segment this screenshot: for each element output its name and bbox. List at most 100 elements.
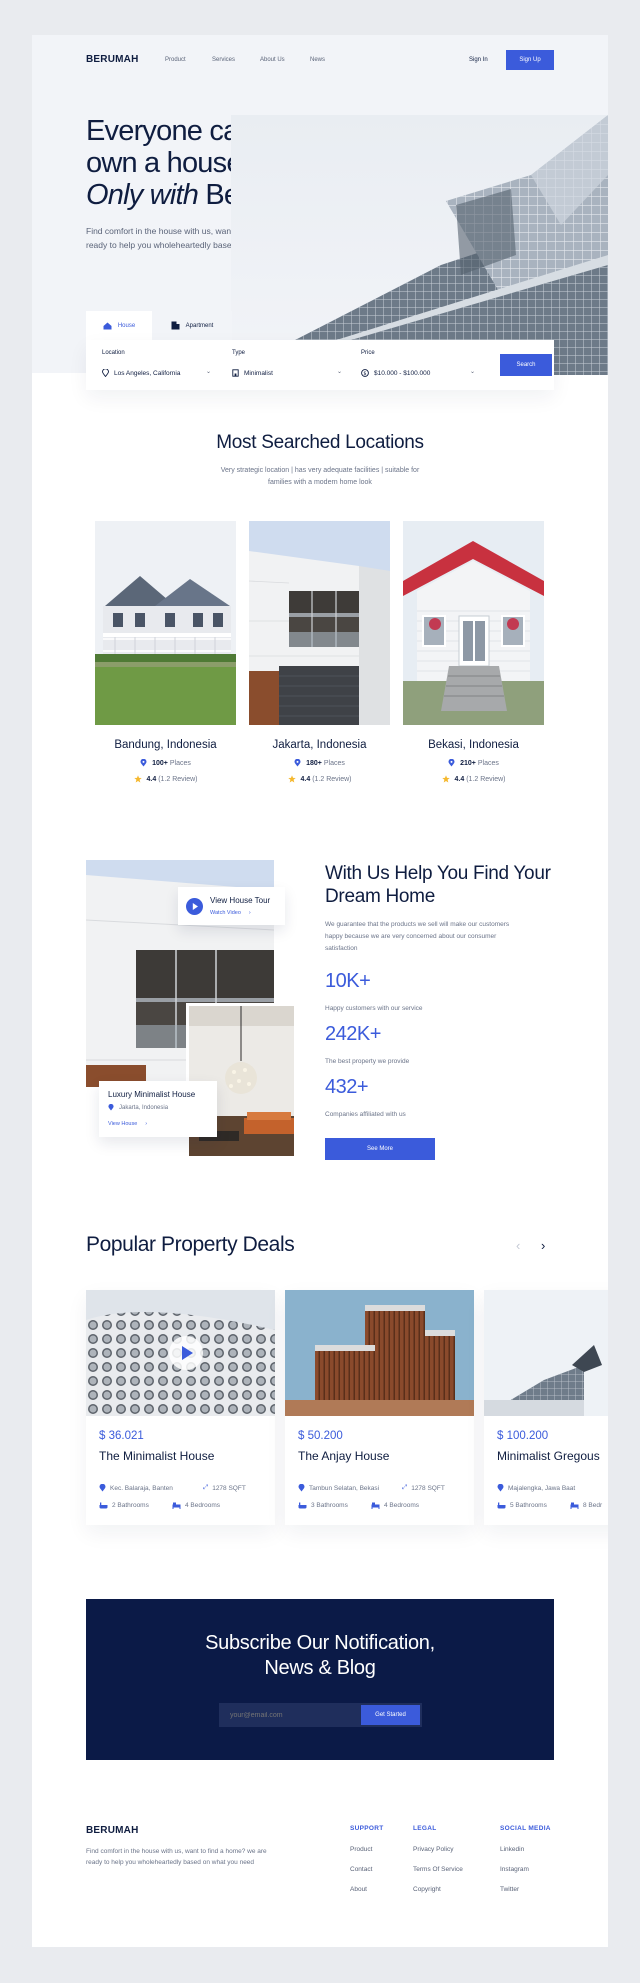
feature-title: With Us Help You Find Your Dream Home [325,863,551,907]
deal-bathrooms: 2 Bathrooms [99,1502,149,1509]
footer-link-linkedin[interactable]: Linkedin [500,1846,524,1853]
deal-area: ⤢ 1278 SQFT [203,1484,246,1492]
deal-card[interactable]: $ 50.200 The Anjay House Tambun Selatan,… [285,1290,474,1525]
location-card-jakarta[interactable] [249,521,390,725]
footer-link-instagram[interactable]: Instagram [500,1866,529,1873]
lux-location: Jakarta, Indonesia [108,1104,168,1111]
location-label: Location [102,350,125,356]
chevron-down-icon: ⌄ [470,369,476,375]
search-button[interactable]: Search [500,354,552,376]
rating-value: 4.4 [454,775,465,783]
places-label: Places [169,759,191,767]
search-card: Location Los Angeles, California ⌄ Type … [86,340,554,390]
stat-value: 242K+ [325,1023,381,1045]
deal-price: $ 100.200 [497,1430,549,1442]
expand-icon: ⤢ [203,1484,209,1491]
sign-in-link[interactable]: Sign In [469,57,488,63]
footer-link-copyright[interactable]: Copyright [413,1886,441,1893]
email-input[interactable] [219,1703,359,1727]
footer-link-twitter[interactable]: Twitter [500,1886,519,1893]
nav-link-product[interactable]: Product [165,57,186,63]
tab-apartment[interactable]: Apartment [152,311,232,340]
locations-title: Most Searched Locations [216,432,424,453]
nav-link-services[interactable]: Services [212,57,235,63]
location-places: 100+ Places [95,759,236,767]
deal-image [484,1290,608,1416]
prev-arrow-icon[interactable]: ‹ [516,1238,520,1253]
deal-location: Tambun Selatan, Bekasi [298,1484,379,1492]
deal-area: ⤢ 1278 SQFT [402,1484,445,1492]
footer-heading-social: SOCIAL MEDIA [500,1825,551,1832]
deal-price: $ 50.200 [298,1430,343,1442]
footer-link-terms[interactable]: Terms Of Service [413,1866,463,1873]
pin-icon [140,759,147,767]
tab-apartment-label: Apartment [185,322,214,329]
house-tour-card[interactable]: View House Tour Watch Video › [178,887,285,925]
deal-image [285,1290,474,1416]
deal-bedrooms-text: 4 Bedrooms [185,1502,221,1509]
view-house-label: View House [108,1121,138,1127]
star-icon [287,775,296,783]
footer-logo[interactable]: BERUMAH [86,1825,139,1836]
deal-image [86,1290,275,1416]
deal-bathrooms-text: 5 Bathrooms [510,1502,547,1509]
hero-italic: Only with [86,179,199,211]
next-arrow-icon[interactable]: › [541,1238,545,1253]
get-started-button[interactable]: Get Started [359,1703,422,1727]
stat-label: Companies affiliated with us [325,1111,406,1118]
sign-up-button[interactable]: Sign Up [506,50,554,70]
location-select[interactable]: Los Angeles, California [102,369,181,377]
stat-label: The best property we provide [325,1058,410,1065]
deals-title: Popular Property Deals [86,1233,295,1256]
deal-price: $ 36.021 [99,1430,144,1442]
watch-video-label: Watch Video [210,910,241,916]
pin-icon [102,369,109,377]
footer-heading-legal: LEGAL [413,1825,437,1832]
deal-name: The Minimalist House [99,1449,215,1463]
luxury-house-card[interactable]: Luxury Minimalist House Jakarta, Indones… [99,1081,217,1137]
see-more-button[interactable]: See More [325,1138,435,1160]
places-count: 100+ [152,759,168,767]
deal-area-text: 1278 SQFT [411,1484,445,1492]
bathtub-icon [497,1502,506,1509]
hero-building-image [231,115,608,375]
watch-video-link[interactable]: Watch Video › [210,910,251,916]
footer-link-product[interactable]: Product [350,1846,372,1853]
price-value: $10.000 - $100.000 [374,369,431,377]
location-rating: 4.4 (1.2 Review) [95,775,236,783]
tab-house[interactable]: House [86,311,152,340]
bed-icon [570,1502,579,1509]
rating-value: 4.4 [300,775,311,783]
pin-icon [294,759,301,767]
deal-location-text: Kec. Balaraja, Banten [110,1484,173,1492]
view-house-link[interactable]: View House › [108,1121,147,1127]
type-value: Minimalist [244,369,273,377]
location-card-bekasi[interactable] [403,521,544,725]
nav-link-news[interactable]: News [310,57,325,63]
location-name: Bandung, Indonesia [114,739,217,751]
footer-link-contact[interactable]: Contact [350,1866,372,1873]
deal-card[interactable]: $ 36.021 The Minimalist House Kec. Balar… [86,1290,275,1525]
logo[interactable]: BERUMAH [86,54,139,65]
deal-card[interactable]: $ 100.200 Minimalist Gregous Majalengka,… [484,1290,608,1525]
location-value: Los Angeles, California [114,369,181,377]
location-card-bandung[interactable] [95,521,236,725]
location-name: Jakarta, Indonesia [272,739,367,751]
play-icon[interactable] [186,898,203,915]
bandung-house-image [95,521,236,725]
price-select[interactable]: $ $10.000 - $100.000 [361,369,430,377]
type-select[interactable]: Minimalist [232,369,273,377]
deal-bedrooms-text: 8 Bedr [583,1502,603,1509]
nav-link-about[interactable]: About Us [260,57,285,63]
bekasi-house-image [403,521,544,725]
location-places: 210+ Places [403,759,544,767]
review-count: (1.2 Review) [466,775,506,783]
pin-icon [497,1484,504,1492]
deal-bedrooms-text: 4 Bedrooms [384,1502,420,1509]
subscribe-banner: Subscribe Our Notification, News & Blog … [86,1599,554,1760]
pin-icon [99,1484,106,1492]
footer-heading-support: SUPPORT [350,1825,384,1832]
footer-link-about[interactable]: About [350,1886,367,1893]
subscribe-title: Subscribe Our Notification, News & Blog [86,1631,554,1681]
footer-link-privacy[interactable]: Privacy Policy [413,1846,453,1853]
